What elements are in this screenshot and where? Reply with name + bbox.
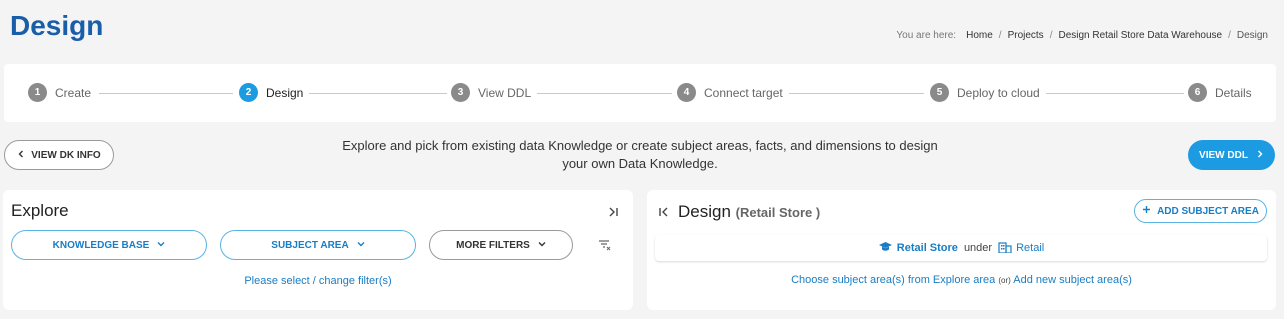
view-dk-info-label: VIEW DK INFO	[31, 149, 101, 161]
collapse-right-icon[interactable]	[605, 204, 621, 220]
toolbar-row: VIEW DK INFO Explore and pick from exist…	[0, 125, 1284, 185]
choose-subject-area-text: Choose subject area(s) from Explore area…	[647, 274, 1276, 286]
chevron-down-icon	[357, 240, 365, 251]
collapse-left-icon[interactable]	[657, 204, 671, 220]
step-design[interactable]: 2 Design	[239, 83, 310, 102]
breadcrumb-separator: /	[1049, 30, 1053, 41]
chevron-down-icon	[157, 240, 165, 251]
plus-icon	[1142, 205, 1151, 217]
step-label: Details	[1215, 85, 1252, 100]
retail-link[interactable]: Retail	[998, 241, 1044, 256]
breadcrumb-project[interactable]: Design Retail Store Data Warehouse	[1058, 30, 1222, 41]
step-label: Design	[266, 85, 304, 100]
breadcrumb-home[interactable]: Home	[966, 30, 993, 41]
breadcrumb: You are here: Home / Projects / Design R…	[896, 30, 1268, 41]
step-connect-target[interactable]: 4 Connect target	[677, 83, 789, 102]
retail-store-label: Retail Store	[896, 242, 958, 254]
step-label: Connect target	[704, 85, 783, 100]
breadcrumb-prefix: You are here:	[896, 30, 957, 41]
intro-line-1: Explore and pick from existing data Know…	[342, 138, 938, 153]
step-details[interactable]: 6 Details	[1188, 83, 1258, 102]
step-view-ddl[interactable]: 3 View DDL	[451, 83, 538, 102]
step-create[interactable]: 1 Create	[28, 83, 98, 102]
breadcrumb-separator: /	[998, 30, 1002, 41]
context-bar: Retail Store under Retail	[655, 235, 1267, 261]
add-new-subject-area-link[interactable]: Add new subject area(s)	[1013, 274, 1132, 286]
view-dk-info-button[interactable]: VIEW DK INFO	[4, 140, 114, 170]
design-title: Design (Retail Store )	[678, 202, 820, 222]
step-connector	[786, 93, 924, 94]
breadcrumb-separator: /	[1228, 30, 1231, 41]
clear-filter-icon[interactable]	[597, 237, 613, 253]
step-label: View DDL	[478, 85, 532, 100]
graduation-cap-icon	[878, 241, 893, 256]
wizard-stepper: 1 Create 2 Design 3 View DDL 4 Connect t…	[4, 64, 1276, 122]
filter-label: MORE FILTERS	[456, 239, 530, 251]
design-subtitle: (Retail Store )	[735, 205, 821, 220]
step-number: 3	[451, 83, 470, 102]
step-number: 6	[1188, 83, 1207, 102]
step-label: Deploy to cloud	[957, 85, 1040, 100]
choose-from-explore-link[interactable]: Choose subject area(s) from Explore area	[791, 274, 995, 286]
design-panel: Design (Retail Store ) ADD SUBJECT AREA …	[647, 190, 1276, 310]
subject-area-filter[interactable]: SUBJECT AREA	[220, 230, 416, 260]
view-ddl-button[interactable]: VIEW DDL	[1188, 140, 1275, 170]
step-connector	[534, 93, 672, 94]
view-ddl-label: VIEW DDL	[1199, 149, 1248, 161]
intro-line-2: your own Data Knowledge.	[562, 156, 718, 171]
change-filter-link[interactable]: Please select / change filter(s)	[3, 275, 633, 287]
page-title: Design	[10, 10, 104, 41]
or-text: (or)	[998, 276, 1011, 285]
filter-label: SUBJECT AREA	[271, 239, 349, 251]
step-connector	[304, 93, 447, 94]
step-deploy-to-cloud[interactable]: 5 Deploy to cloud	[930, 83, 1046, 102]
step-number: 1	[28, 83, 47, 102]
intro-text: Explore and pick from existing data Know…	[330, 137, 950, 173]
breadcrumb-projects[interactable]: Projects	[1008, 30, 1044, 41]
under-text: under	[963, 242, 993, 254]
step-number: 2	[239, 83, 258, 102]
explore-panel: Explore KNOWLEDGE BASE SUBJECT AREA MORE…	[3, 190, 633, 310]
retail-label: Retail	[1016, 242, 1045, 254]
design-title-text: Design	[678, 202, 731, 221]
retail-store-link[interactable]: Retail Store	[878, 241, 958, 256]
breadcrumb-current: Design	[1236, 30, 1268, 41]
add-subject-area-label: ADD SUBJECT AREA	[1157, 205, 1259, 217]
step-connector	[99, 93, 233, 94]
step-number: 4	[677, 83, 696, 102]
step-label: Create	[55, 85, 92, 100]
chevron-right-icon	[1256, 150, 1264, 161]
step-connector	[1044, 93, 1184, 94]
step-number: 5	[930, 83, 949, 102]
explore-title: Explore	[11, 201, 69, 220]
chevron-left-icon	[17, 150, 25, 161]
chevron-down-icon	[538, 240, 546, 251]
knowledge-base-filter[interactable]: KNOWLEDGE BASE	[11, 230, 207, 260]
building-icon	[998, 241, 1012, 256]
more-filters-button[interactable]: MORE FILTERS	[429, 230, 573, 260]
add-subject-area-button[interactable]: ADD SUBJECT AREA	[1134, 199, 1267, 223]
filter-label: KNOWLEDGE BASE	[52, 239, 150, 251]
